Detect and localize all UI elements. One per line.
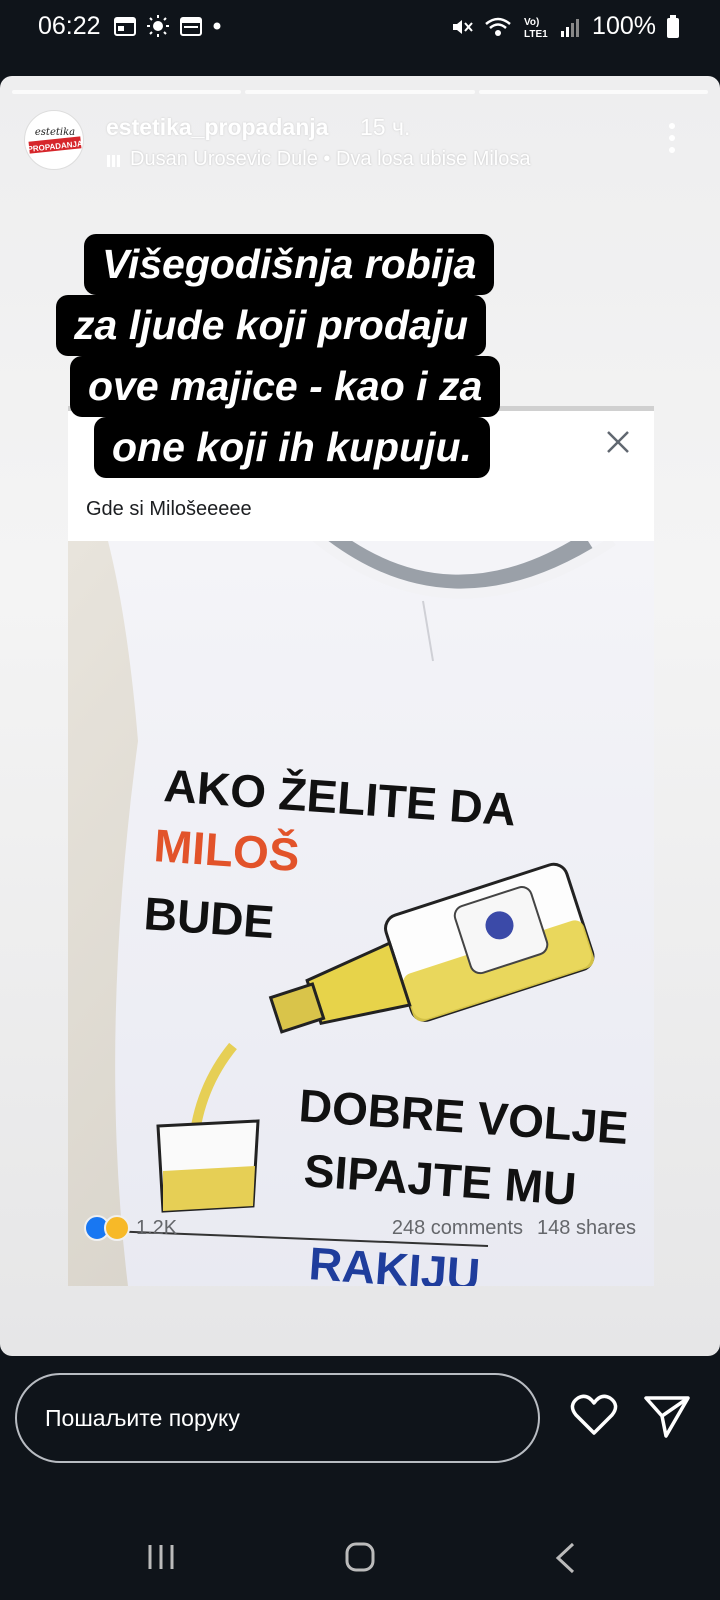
story-card[interactable]: estetika PROPADANJA estetika_propadanja … xyxy=(0,76,720,1356)
story-text-overlay: Višegodišnja robija za ljude koji prodaj… xyxy=(56,234,576,478)
notification-icons xyxy=(114,14,222,38)
post-stats: 1.2K 248 comments 148 shares xyxy=(84,1210,636,1246)
shirt-line2: MILOŠ xyxy=(152,819,301,881)
shares-count[interactable]: 148 shares xyxy=(537,1217,636,1240)
status-time: 06:22 xyxy=(38,12,101,40)
story-time: 15 ч. xyxy=(360,114,411,140)
overlay-line: za ljude koji prodaju xyxy=(56,295,487,356)
avatar-logo: estetika PROPADANJA xyxy=(27,127,83,154)
shirt-line3: BUDE xyxy=(142,887,276,948)
reactions-count: 1.2K xyxy=(136,1216,178,1239)
dot-icon xyxy=(213,22,221,30)
screen: 06:22 Vo) LTE1 100% estetika PROPADANJA … xyxy=(0,0,720,1600)
calendar-icon xyxy=(114,17,136,36)
progress-segment xyxy=(478,90,708,94)
send-icon[interactable] xyxy=(644,1394,690,1438)
shared-post[interactable]: Gde si Milošeeeee AKO ŽELITE DA MILOŠ BU… xyxy=(68,406,654,1286)
progress-segment xyxy=(12,90,242,94)
more-options-icon[interactable] xyxy=(668,122,676,154)
story-progress xyxy=(12,90,708,94)
overlay-line: ove majice - kao i za xyxy=(70,356,501,417)
status-bar: 06:22 Vo) LTE1 100% xyxy=(0,0,720,52)
post-image[interactable]: AKO ŽELITE DA MILOŠ BUDE DOBRE VOLJE SIP… xyxy=(68,541,654,1286)
system-nav-bar xyxy=(0,1520,720,1600)
lte-icon: Vo)LTE1 xyxy=(524,17,548,39)
music-label: Dusan Urosevic Dule • Dva losa ubise Mil… xyxy=(130,148,531,170)
post-caption: Gde si Milošeeeee xyxy=(86,498,252,520)
story-music[interactable]: Dusan Urosevic Dule • Dva losa ubise Mil… xyxy=(106,148,531,171)
message-input[interactable]: Пошаљите поруку xyxy=(15,1373,540,1463)
heart-icon[interactable] xyxy=(570,1393,618,1437)
recents-icon[interactable] xyxy=(146,1542,176,1572)
progress-segment xyxy=(245,90,475,94)
music-bars-icon xyxy=(107,154,120,167)
svg-text:LTE1: LTE1 xyxy=(524,29,548,39)
haha-reaction-icon xyxy=(104,1215,130,1241)
battery-percent: 100% xyxy=(592,12,656,40)
back-icon[interactable] xyxy=(553,1542,577,1574)
calendar-icon-2 xyxy=(180,17,202,36)
reactions[interactable]: 1.2K xyxy=(84,1215,177,1241)
sun-icon xyxy=(147,15,169,37)
home-icon[interactable] xyxy=(345,1542,375,1572)
overlay-line: one koji ih kupuju. xyxy=(94,417,490,478)
svg-text:estetika: estetika xyxy=(35,127,75,138)
overlay-line: Višegodišnja robija xyxy=(84,234,495,295)
wifi-icon xyxy=(485,17,511,36)
avatar[interactable]: estetika PROPADANJA xyxy=(24,110,84,170)
svg-text:Vo): Vo) xyxy=(524,17,539,28)
comments-count[interactable]: 248 comments xyxy=(392,1217,523,1240)
signal-icon xyxy=(561,18,580,37)
mute-icon xyxy=(453,19,473,34)
system-icons: Vo) LTE1 100% xyxy=(450,12,680,41)
stats-right: 248 comments 148 shares xyxy=(392,1217,636,1240)
tshirt-illustration: AKO ŽELITE DA MILOŠ BUDE DOBRE VOLJE SIP… xyxy=(68,541,654,1286)
close-icon[interactable] xyxy=(604,428,632,456)
battery-icon xyxy=(667,14,679,38)
story-username[interactable]: estetika_propadanja xyxy=(106,114,328,141)
